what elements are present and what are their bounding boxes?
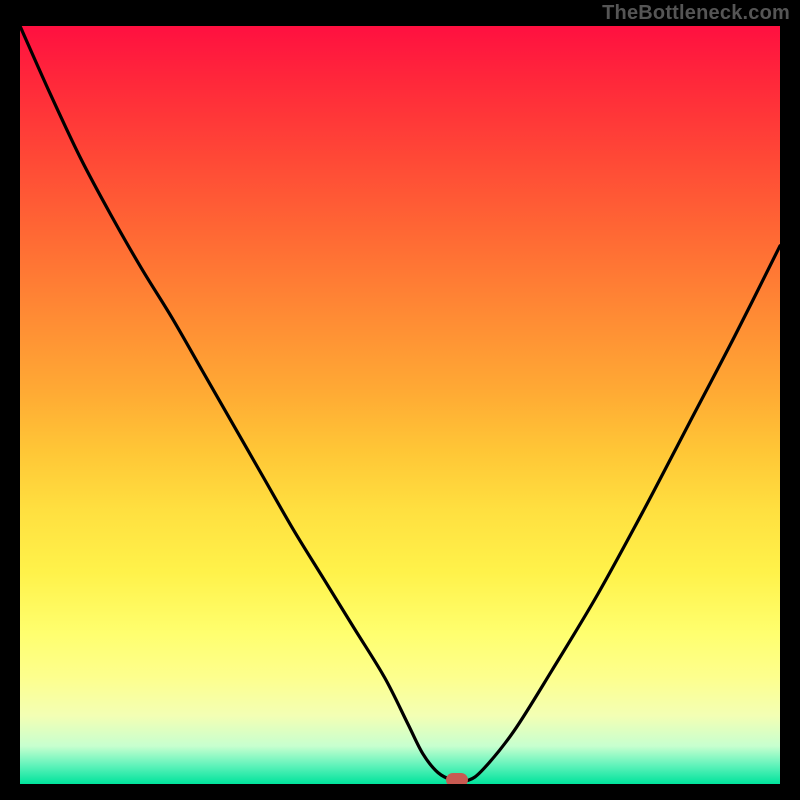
chart-frame: TheBottleneck.com [0, 0, 800, 800]
watermark-text: TheBottleneck.com [602, 2, 790, 25]
minimum-marker [446, 773, 468, 784]
bottleneck-curve [20, 26, 780, 781]
curve-svg [20, 26, 780, 784]
plot-area [20, 26, 780, 784]
